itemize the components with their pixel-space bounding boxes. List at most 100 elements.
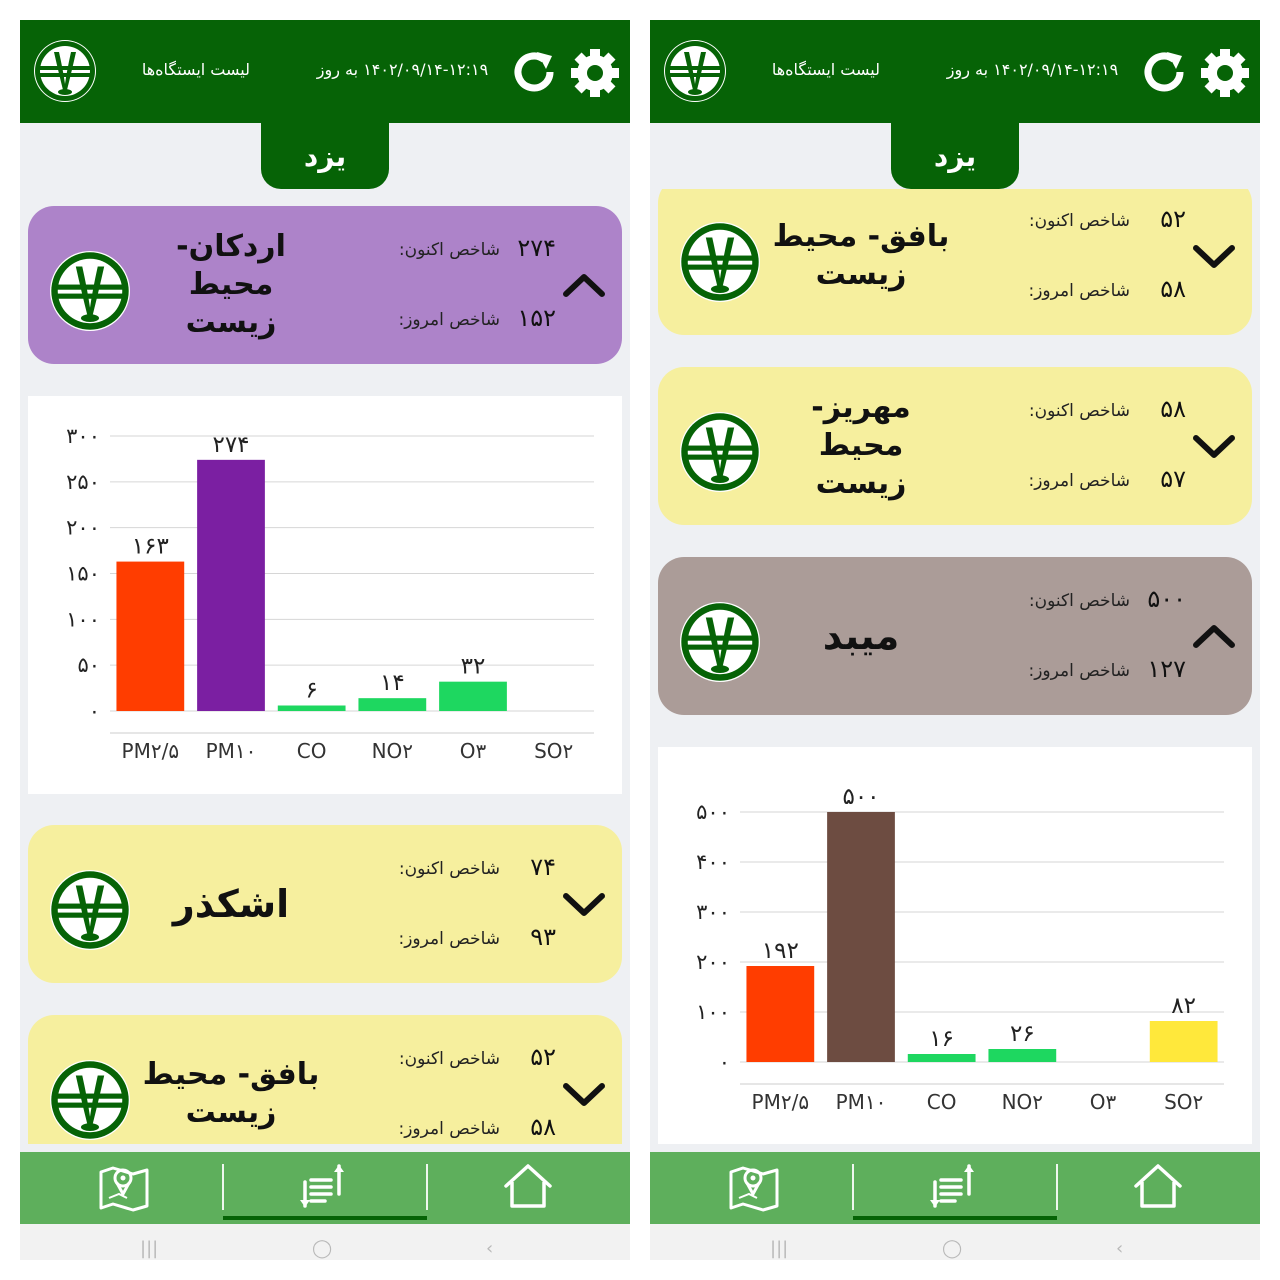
x-tick-label: NO۲ [372, 739, 413, 763]
bar-value-label: ۱۹۲ [762, 938, 799, 964]
y-tick-label: ۵۰۰ [696, 800, 730, 824]
gear-icon[interactable] [568, 46, 622, 100]
station-list[interactable]: بافق- محیط زیست شاخص اکنون: ۵۲ شاخص امرو… [650, 189, 1260, 1144]
home-button[interactable]: ◯ [312, 1238, 332, 1259]
header-title: لیست ایستگاه‌ها [141, 60, 250, 79]
map-pin-icon[interactable] [703, 1158, 803, 1214]
station-name: اشکذر [172, 882, 290, 926]
bar-value-label: ۸۲ [1171, 993, 1196, 1019]
today-index-value: ۵۸ [530, 1113, 556, 1141]
station-list[interactable]: اردکان- محیط زیست شاخص اکنون: ۲۷۴ شاخص ا… [20, 189, 630, 1144]
bar-chart: ۰ ۱۰۰ ۲۰۰ ۳۰۰ ۴۰۰ ۵۰۰ ۱۹۲ PM۲/۵ ۵۰۰ PM۱۰ ۱۶ CO ۲۶ NO۲… [696, 784, 1224, 1114]
refresh-icon[interactable] [1140, 48, 1188, 96]
gear-icon[interactable] [1198, 46, 1252, 100]
chevron-down-icon[interactable] [1188, 429, 1240, 463]
bar-value-label: ۱۶۳ [132, 534, 169, 560]
station-card-ardakan[interactable]: اردکان- محیط زیست شاخص اکنون: ۲۷۴ شاخص ا… [28, 206, 622, 364]
current-index-label: شاخص اکنون: [398, 1049, 500, 1069]
bar-value-label: ۶ [305, 678, 317, 704]
today-index-label: شاخص امروز: [1028, 471, 1130, 491]
doe-logo-icon [50, 870, 130, 950]
left-phone-screen: لیست ایستگاه‌ها ۱۴۰۲/۰۹/۱۴-۱۲:۱۹ به روز … [20, 20, 630, 1260]
app-header: لیست ایستگاه‌ها ۱۴۰۲/۰۹/۱۴-۱۲:۱۹ به روز [20, 20, 630, 123]
y-tick-label: ۰ [719, 1050, 730, 1074]
nav-divider [852, 1164, 854, 1210]
bar-value-label: ۵۰۰ [842, 784, 879, 810]
station-card-meybod[interactable]: میبد شاخص اکنون: ۵۰۰ شاخص امروز: ۱۲۷ [658, 557, 1252, 715]
x-tick-label: O۳ [1090, 1090, 1117, 1114]
recents-button[interactable]: ||| [140, 1238, 158, 1259]
app-header: لیست ایستگاه‌ها ۱۴۰۲/۰۹/۱۴-۱۲:۱۹ به روز [650, 20, 1260, 123]
current-index-value: ۵۸ [1160, 395, 1186, 423]
bar-value-label: ۲۷۴ [212, 432, 249, 458]
x-tick-label: O۳ [460, 739, 487, 763]
doe-logo-icon [34, 40, 96, 102]
x-tick-label: PM۲/۵ [122, 739, 180, 763]
bar-1 [197, 459, 265, 711]
station-card-bafgh[interactable]: بافق- محیط زیست شاخص اکنون: ۵۲ شاخص امرو… [658, 189, 1252, 335]
y-tick-label: ۱۵۰ [66, 562, 100, 586]
sort-list-icon[interactable] [275, 1158, 375, 1214]
current-index-label: شاخص اکنون: [1028, 211, 1130, 231]
bar-chart: ۰ ۵۰ ۱۰۰ ۱۵۰ ۲۰۰ ۲۵۰ ۳۰۰ ۱۶۳ PM۲/۵ ۲۷۴ PM۱۰ ۶ CO ۱۴ NO… [66, 424, 594, 763]
refresh-icon[interactable] [510, 48, 558, 96]
home-icon[interactable] [478, 1158, 578, 1214]
station-card-bafgh[interactable]: بافق- محیط زیست شاخص اکنون: ۵۲ شاخص امرو… [28, 1015, 622, 1144]
chevron-up-icon[interactable] [558, 268, 610, 302]
header-title: لیست ایستگاه‌ها [771, 60, 880, 79]
today-index-value: ۵۷ [1160, 465, 1186, 493]
chevron-down-icon[interactable] [1188, 239, 1240, 273]
bar-value-label: ۱۶ [929, 1026, 954, 1052]
sort-list-icon[interactable] [905, 1158, 1005, 1214]
nav-divider [222, 1164, 224, 1210]
today-index-value: ۹۳ [530, 923, 556, 951]
bar-3 [358, 698, 427, 711]
station-name: اردکان- محیط زیست [176, 229, 286, 340]
station-card-mehriz[interactable]: مهریز- محیط زیست شاخص اکنون: ۵۸ شاخص امر… [658, 367, 1252, 525]
current-index-label: شاخص اکنون: [398, 859, 500, 879]
map-pin-icon[interactable] [73, 1158, 173, 1214]
city-tab[interactable]: یزد [261, 123, 389, 189]
bottom-nav [650, 1152, 1260, 1224]
system-nav-bar: ||| ◯ ‹ [650, 1224, 1260, 1260]
last-update-text: ۱۴۰۲/۰۹/۱۴-۱۲:۱۹ به روز [946, 60, 1119, 79]
y-tick-label: ۲۰۰ [696, 950, 730, 974]
chevron-down-icon[interactable] [558, 887, 610, 921]
home-button[interactable]: ◯ [942, 1238, 962, 1259]
bar-4 [439, 681, 507, 711]
y-tick-label: ۴۰۰ [696, 850, 730, 874]
current-index-label: شاخص اکنون: [1028, 401, 1130, 421]
station-name: مهریز- محیط زیست [811, 390, 911, 501]
today-index-label: شاخص امروز: [398, 310, 500, 330]
y-tick-label: ۳۰۰ [696, 900, 730, 924]
current-index-label: شاخص اکنون: [398, 240, 500, 260]
today-index-value: ۱۲۷ [1147, 655, 1186, 683]
y-tick-label: ۲۰۰ [66, 516, 100, 540]
x-tick-label: CO [297, 739, 327, 763]
back-button[interactable]: ‹ [486, 1238, 493, 1259]
station-card-ashkezar[interactable]: اشکذر شاخص اکنون: ۷۴ شاخص امروز: ۹۳ [28, 825, 622, 983]
recents-button[interactable]: ||| [770, 1238, 788, 1259]
current-index-value: ۲۷۴ [517, 234, 556, 262]
home-icon[interactable] [1108, 1158, 1208, 1214]
city-tab[interactable]: یزد [891, 123, 1019, 189]
station-name: بافق- محیط زیست [772, 219, 950, 292]
y-tick-label: ۱۰۰ [66, 607, 100, 631]
x-tick-label: PM۱۰ [836, 1090, 887, 1114]
chevron-up-icon[interactable] [1188, 619, 1240, 653]
x-tick-label: PM۱۰ [206, 739, 257, 763]
station-name: بافق- محیط زیست [142, 1057, 320, 1130]
doe-logo-icon [680, 602, 760, 682]
pollutant-chart-ardakan: ۰ ۵۰ ۱۰۰ ۱۵۰ ۲۰۰ ۲۵۰ ۳۰۰ ۱۶۳ PM۲/۵ ۲۷۴ PM۱۰ ۶ CO ۱۴ NO… [28, 396, 622, 794]
chevron-down-icon[interactable] [558, 1077, 610, 1111]
current-index-value: ۷۴ [530, 853, 556, 881]
y-tick-label: ۵۰ [77, 653, 100, 677]
station-name: میبد [822, 614, 900, 658]
x-tick-label: PM۲/۵ [752, 1090, 810, 1114]
pollutant-chart-meybod: ۰ ۱۰۰ ۲۰۰ ۳۰۰ ۴۰۰ ۵۰۰ ۱۹۲ PM۲/۵ ۵۰۰ PM۱۰ ۱۶ CO ۲۶ NO۲… [658, 747, 1252, 1144]
y-tick-label: ۱۰۰ [696, 1000, 730, 1024]
today-index-label: شاخص امروز: [398, 1119, 500, 1139]
doe-logo-icon [664, 40, 726, 102]
back-button[interactable]: ‹ [1116, 1238, 1123, 1259]
current-index-value: ۵۰۰ [1147, 585, 1186, 613]
